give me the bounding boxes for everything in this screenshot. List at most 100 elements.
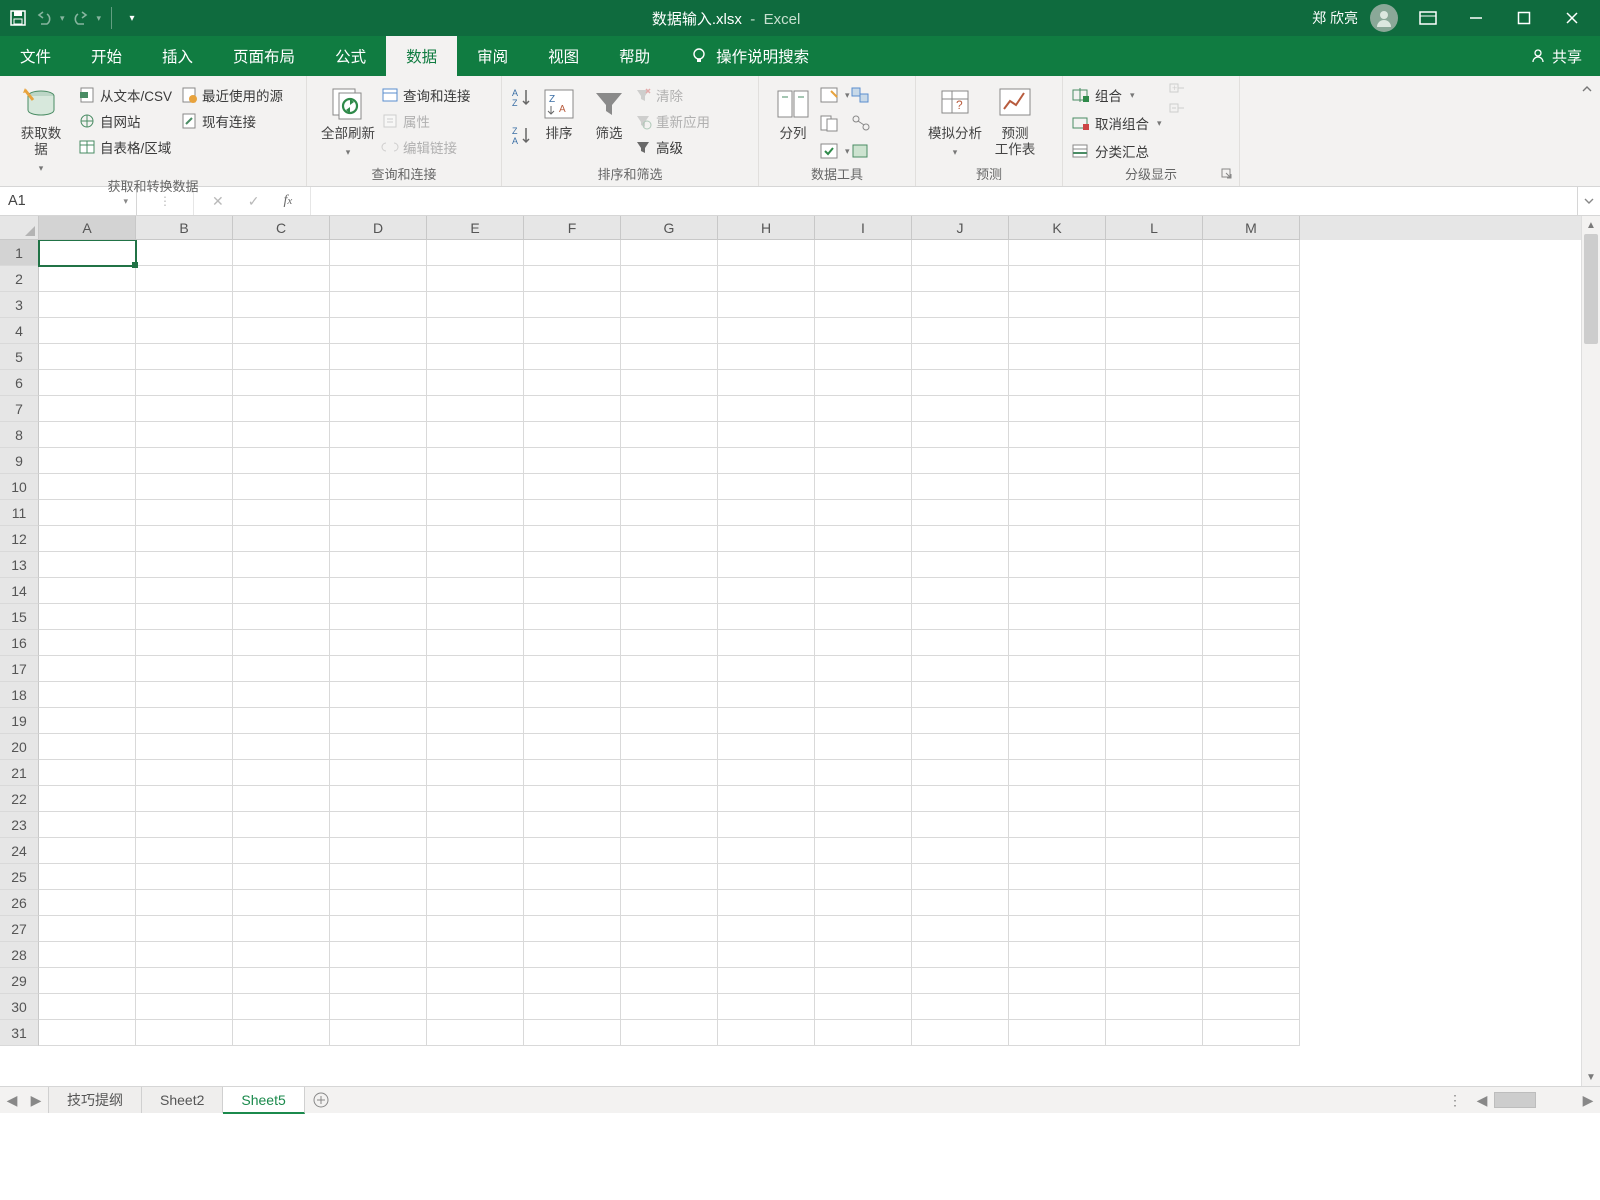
maximize-icon[interactable] [1506, 7, 1542, 29]
cell[interactable] [621, 864, 718, 890]
row-header[interactable]: 28 [0, 942, 39, 968]
cell[interactable] [39, 630, 136, 656]
scroll-thumb[interactable] [1584, 234, 1598, 344]
row-header[interactable]: 11 [0, 500, 39, 526]
cell[interactable] [233, 552, 330, 578]
cell[interactable] [233, 916, 330, 942]
cell[interactable] [621, 656, 718, 682]
cell[interactable] [718, 890, 815, 916]
row-header[interactable]: 16 [0, 630, 39, 656]
cell[interactable] [1009, 812, 1106, 838]
cell[interactable] [524, 396, 621, 422]
row-header[interactable]: 27 [0, 916, 39, 942]
cell[interactable] [427, 344, 524, 370]
minimize-icon[interactable] [1458, 7, 1494, 29]
cell[interactable] [330, 864, 427, 890]
cell[interactable] [39, 604, 136, 630]
cell[interactable] [136, 474, 233, 500]
cell[interactable] [718, 552, 815, 578]
row-header[interactable]: 29 [0, 968, 39, 994]
cell[interactable] [1203, 370, 1300, 396]
cell[interactable] [136, 864, 233, 890]
cell[interactable] [136, 1020, 233, 1046]
cell[interactable] [233, 500, 330, 526]
cell[interactable] [621, 448, 718, 474]
manage-data-model-icon[interactable] [850, 138, 872, 164]
cell[interactable] [621, 318, 718, 344]
cell[interactable] [912, 370, 1009, 396]
cell[interactable] [136, 630, 233, 656]
cell[interactable] [912, 916, 1009, 942]
cell[interactable] [912, 422, 1009, 448]
cell[interactable] [912, 344, 1009, 370]
cell[interactable] [524, 448, 621, 474]
cell[interactable] [136, 734, 233, 760]
cell[interactable] [136, 370, 233, 396]
cell[interactable] [718, 526, 815, 552]
cell[interactable] [39, 266, 136, 292]
cell[interactable] [815, 708, 912, 734]
cell[interactable] [718, 708, 815, 734]
scroll-right-icon[interactable]: ▶ [1576, 1092, 1600, 1109]
cell[interactable] [330, 734, 427, 760]
cell[interactable] [1203, 266, 1300, 292]
cell[interactable] [136, 526, 233, 552]
cell[interactable] [1009, 422, 1106, 448]
cell[interactable] [1106, 318, 1203, 344]
cell[interactable] [39, 734, 136, 760]
cell[interactable] [718, 292, 815, 318]
sheet-nav-prev-icon[interactable]: ◀ [0, 1087, 24, 1113]
cell[interactable] [718, 422, 815, 448]
column-header[interactable]: A [39, 216, 136, 240]
refresh-all-button[interactable]: 全部刷新 ▾ [315, 80, 381, 164]
row-header[interactable]: 19 [0, 708, 39, 734]
cell[interactable] [39, 500, 136, 526]
cell[interactable] [1009, 266, 1106, 292]
cell[interactable] [39, 890, 136, 916]
row-header[interactable]: 31 [0, 1020, 39, 1046]
cell[interactable] [912, 812, 1009, 838]
column-header[interactable]: J [912, 216, 1009, 240]
cell[interactable] [427, 812, 524, 838]
user-avatar-icon[interactable] [1370, 4, 1398, 32]
cell[interactable] [1106, 838, 1203, 864]
cell[interactable] [1203, 890, 1300, 916]
cell[interactable] [912, 552, 1009, 578]
cell[interactable] [330, 396, 427, 422]
cell[interactable] [621, 838, 718, 864]
row-header[interactable]: 3 [0, 292, 39, 318]
cell[interactable] [427, 630, 524, 656]
cell[interactable] [233, 318, 330, 344]
cell[interactable] [815, 552, 912, 578]
cell[interactable] [1009, 864, 1106, 890]
horizontal-scrollbar[interactable]: ⋮ ◀ ▶ [1440, 1087, 1600, 1113]
cell[interactable] [912, 734, 1009, 760]
cell[interactable] [136, 968, 233, 994]
cell[interactable] [621, 1020, 718, 1046]
dialog-launcher-icon[interactable] [1221, 168, 1235, 182]
cell[interactable] [39, 916, 136, 942]
cell[interactable] [912, 630, 1009, 656]
cell[interactable] [621, 968, 718, 994]
cell[interactable] [718, 682, 815, 708]
cell[interactable] [136, 500, 233, 526]
cell[interactable] [1106, 370, 1203, 396]
cell[interactable] [1203, 656, 1300, 682]
row-header[interactable]: 14 [0, 578, 39, 604]
cell[interactable] [621, 682, 718, 708]
cell[interactable] [330, 552, 427, 578]
row-header[interactable]: 15 [0, 604, 39, 630]
what-if-button[interactable]: ? 模拟分析 ▾ [924, 80, 986, 164]
cell[interactable] [718, 864, 815, 890]
cell[interactable] [330, 1020, 427, 1046]
cell[interactable] [1203, 344, 1300, 370]
cell[interactable] [1203, 864, 1300, 890]
cell[interactable] [1009, 292, 1106, 318]
cell[interactable] [621, 396, 718, 422]
cell[interactable] [912, 318, 1009, 344]
cell[interactable] [524, 370, 621, 396]
tab-home[interactable]: 开始 [71, 36, 142, 76]
cell[interactable] [524, 760, 621, 786]
consolidate-icon[interactable] [850, 82, 872, 108]
cell[interactable] [621, 760, 718, 786]
